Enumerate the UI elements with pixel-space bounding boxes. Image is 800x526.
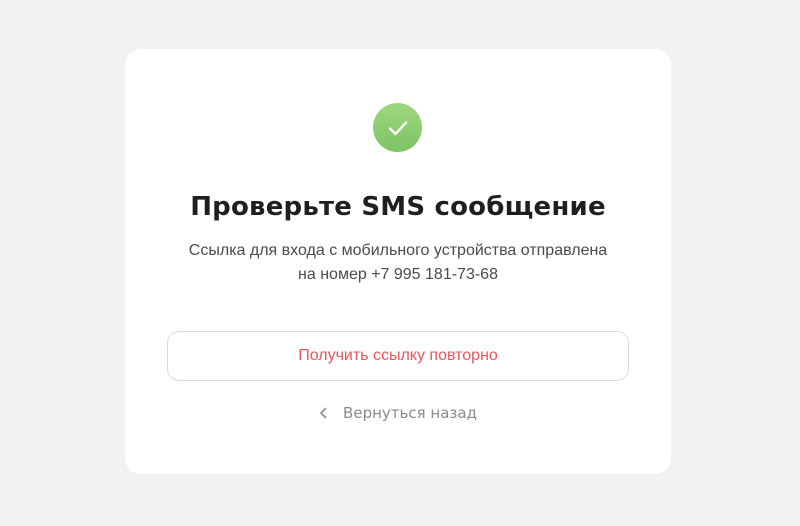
confirmation-message: Ссылка для входа с мобильного устройства… [125,239,671,287]
success-check-badge [373,103,422,152]
chevron-left-icon [319,407,329,419]
sms-confirmation-card: Проверьте SMS сообщение Ссылка для входа… [125,49,671,474]
check-icon [388,120,407,135]
page-title: Проверьте SMS сообщение [190,192,606,222]
resend-link-button[interactable]: Получить ссылку повторно [167,331,629,381]
back-link[interactable]: Вернуться назад [125,401,671,425]
resend-link-label: Получить ссылку повторно [298,347,498,364]
confirmation-message-line-1: Ссылка для входа с мобильного устройства… [188,242,608,259]
confirmation-message-line-2: на номер +7 995 181-73-68 [298,266,498,283]
back-link-label: Вернуться назад [343,404,477,422]
